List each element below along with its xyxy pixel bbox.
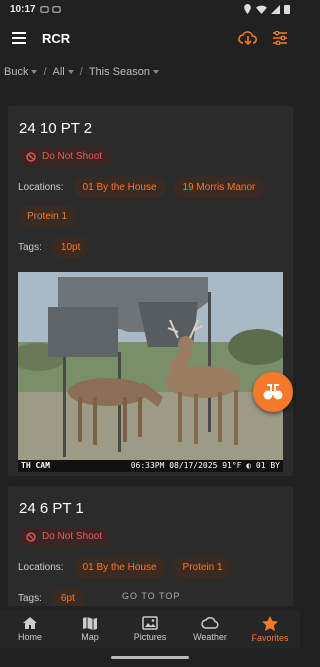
photo-stamp: TH CAM 06:33PM 08/17/2025 91°F ◐ 01 BY	[18, 459, 283, 472]
status-right	[243, 4, 290, 14]
separator: /	[79, 66, 83, 78]
chevron-down-icon	[31, 70, 38, 74]
do-not-shoot-badge: Do Not Shoot	[18, 147, 111, 166]
gesture-bar	[111, 656, 189, 659]
chevron-down-icon	[152, 70, 159, 74]
notification-icon	[40, 5, 49, 13]
location-icon	[244, 4, 251, 14]
filter-breadcrumb: Buck / All / This Season	[4, 66, 163, 78]
cloud-download-icon[interactable]	[238, 30, 258, 46]
status-time: 10:17	[10, 3, 36, 15]
do-not-shoot-badge: Do Not Shoot	[18, 527, 111, 546]
trail-camera-photo[interactable]: TH CAM 06:33PM 08/17/2025 91°F ◐ 01 BY	[18, 271, 283, 472]
nav-pictures[interactable]: Pictures	[120, 610, 180, 648]
star-icon	[262, 615, 278, 631]
signal-icon	[271, 4, 280, 14]
status-bar: 10:17	[0, 0, 300, 18]
badge-label: Do Not Shoot	[42, 531, 103, 542]
location-chip[interactable]: 01 By the House	[73, 556, 166, 578]
pictures-icon	[142, 616, 158, 630]
animal-title: 24 6 PT 1	[19, 500, 84, 517]
tags-label: Tags:	[18, 241, 42, 253]
animal-feed[interactable]: 24 10 PT 2 Do Not Shoot Locations: 01 By…	[0, 96, 300, 606]
locations-row: Locations: 01 By the House Protein 1	[18, 556, 283, 578]
menu-icon[interactable]	[12, 32, 26, 44]
badge-label: Do Not Shoot	[42, 151, 103, 162]
filter-species[interactable]: Buck	[4, 66, 38, 78]
nav-label: Pictures	[133, 632, 167, 642]
app-title: RCR	[42, 30, 71, 46]
animal-title: 24 10 PT 2	[19, 120, 93, 137]
notification-icons	[40, 5, 61, 14]
binoculars-fab[interactable]	[253, 372, 293, 412]
location-chip[interactable]: Protein 1	[18, 205, 77, 227]
notification-icon-2	[52, 5, 61, 13]
animal-card[interactable]: 24 10 PT 2 Do Not Shoot Locations: 01 By…	[8, 106, 293, 476]
map-icon	[83, 617, 97, 630]
locations-label: Locations:	[18, 561, 64, 573]
go-to-top-button[interactable]: GO TO TOP	[116, 588, 187, 604]
nav-weather[interactable]: Weather	[180, 610, 240, 648]
locations-row: Locations: 01 By the House 19 Morris Man…	[18, 176, 283, 227]
filter-type-label: All	[52, 66, 65, 78]
nav-home[interactable]: Home	[0, 610, 60, 648]
tags-label: Tags:	[18, 592, 42, 604]
deer-photo-image	[18, 271, 283, 472]
filter-season-label: This Season	[88, 66, 150, 78]
filter-type[interactable]: All	[53, 66, 74, 78]
battery-icon	[284, 5, 290, 14]
nav-label: Map	[81, 632, 99, 642]
chevron-down-icon	[67, 70, 74, 74]
nav-label: Home	[17, 632, 42, 642]
nav-label: Favorites	[251, 632, 289, 643]
separator: /	[43, 66, 47, 78]
location-chip[interactable]: 01 By the House	[73, 176, 166, 198]
tag-chip[interactable]: 6pt	[51, 587, 84, 606]
tags-row: Tags: 10pt	[18, 236, 283, 258]
nav-map[interactable]: Map	[60, 610, 120, 648]
camera-brand: TH CAM	[21, 461, 50, 470]
bottom-navigation: Home Map Pictures Weather Favorites	[0, 610, 300, 648]
prohibited-icon	[26, 531, 36, 542]
tag-chip[interactable]: 10pt	[51, 236, 90, 258]
home-icon	[23, 617, 37, 629]
filter-species-label: Buck	[4, 66, 29, 78]
locations-label: Locations:	[18, 181, 64, 193]
location-chip[interactable]: 19 Morris Manor	[173, 176, 265, 198]
wifi-icon	[256, 5, 267, 14]
app-bar: RCR	[0, 18, 300, 58]
filter-season[interactable]: This Season	[89, 66, 159, 78]
photo-metadata: 06:33PM 08/17/2025 91°F ◐ 01 BY	[130, 461, 280, 470]
location-chip[interactable]: Protein 1	[173, 556, 232, 578]
nav-label: Weather	[193, 632, 227, 642]
filter-settings-icon[interactable]	[272, 31, 288, 45]
nav-favorites[interactable]: Favorites	[240, 610, 300, 648]
cloud-icon	[201, 617, 219, 629]
prohibited-icon	[26, 151, 36, 162]
app-bar-actions	[238, 30, 288, 46]
binoculars-icon	[263, 384, 283, 400]
